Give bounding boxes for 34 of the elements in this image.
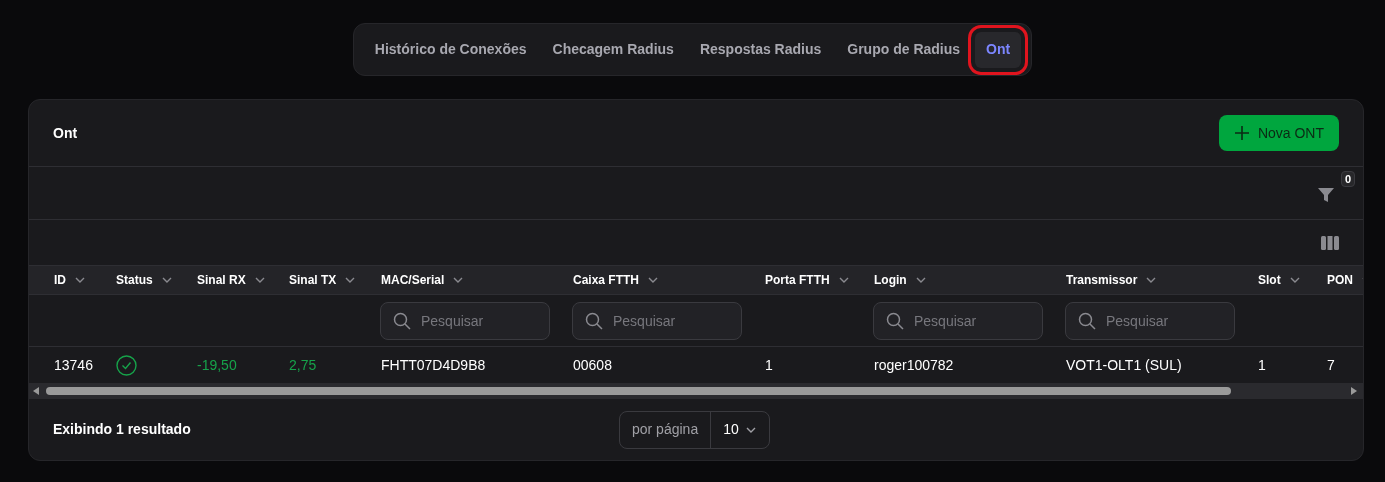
new-ont-button[interactable]: Nova ONT: [1218, 115, 1339, 151]
tab[interactable]: Histórico de Conexões: [363, 31, 538, 68]
results-summary: Exibindo 1 resultado: [53, 420, 192, 439]
tab[interactable]: Respostas Radius: [688, 31, 833, 68]
search-field[interactable]: Pesquisar: [380, 301, 550, 340]
filter-count-badge: 0: [1340, 171, 1355, 187]
column-header[interactable]: MAC/Serial: [381, 271, 445, 289]
table-cell: 13746: [54, 356, 93, 373]
column-header[interactable]: Caixa FTTH: [573, 271, 639, 289]
column-header[interactable]: Sinal RX: [197, 271, 246, 289]
column-header[interactable]: Porta FTTH: [765, 271, 830, 289]
table-cell: 1: [765, 356, 773, 373]
table-cell: 7: [1327, 356, 1335, 373]
signal-value: -19,50: [197, 356, 237, 373]
table-cell: 00608: [573, 356, 612, 373]
column-header[interactable]: ID: [54, 271, 66, 289]
per-page-select[interactable]: por página 10: [619, 410, 770, 449]
table-cell: roger100782: [874, 356, 954, 373]
column-header[interactable]: PON: [1327, 271, 1353, 289]
signal-value: 2,75: [289, 356, 317, 373]
table-cell: VOT1-OLT1 (SUL): [1066, 356, 1182, 373]
search-field[interactable]: Pesquisar: [572, 301, 742, 340]
card-title: Ont: [53, 123, 78, 143]
search-field[interactable]: Pesquisar: [873, 301, 1043, 340]
search-field[interactable]: Pesquisar: [1065, 301, 1235, 340]
table-cell: 1: [1258, 356, 1266, 373]
tab[interactable]: Checagem Radius: [541, 31, 685, 68]
column-header[interactable]: Sinal TX: [289, 271, 337, 289]
tab[interactable]: Grupo de Radius: [836, 31, 972, 68]
table-cell: FHTT07D4D9B8: [381, 356, 486, 373]
column-header[interactable]: Transmissor: [1066, 271, 1138, 289]
column-header[interactable]: Login: [874, 271, 907, 289]
column-header[interactable]: Status: [116, 271, 153, 289]
column-header[interactable]: Slot: [1258, 271, 1281, 289]
